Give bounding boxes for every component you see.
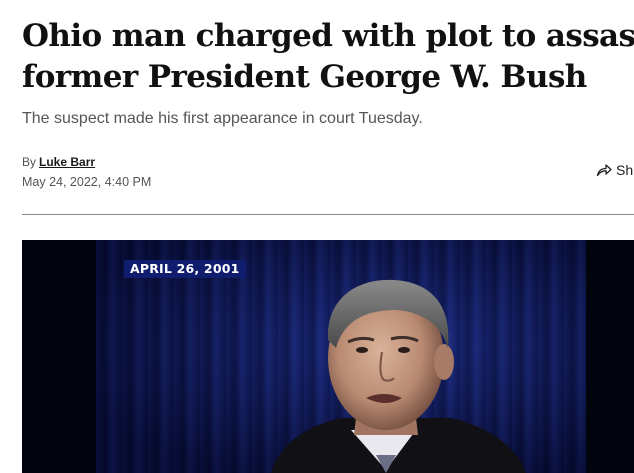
publish-date: May 24, 2022, 4:40 PM (22, 175, 152, 189)
share-label: Sh (616, 162, 634, 178)
article-subhead: The suspect made his first appearance in… (22, 110, 423, 127)
video-date-overlay: APRIL 26, 2001 (124, 260, 246, 278)
video-frame: APRIL 26, 2001 (96, 240, 586, 473)
share-button[interactable]: Sh (596, 162, 633, 178)
byline-prefix: By (22, 155, 37, 169)
share-arrow-icon (596, 164, 612, 177)
video-player[interactable]: APRIL 26, 2001 (22, 240, 634, 473)
header-divider (22, 214, 634, 215)
byline: By Luke Barr (22, 154, 95, 170)
headline-line-2: former President George W. Bush (22, 59, 587, 95)
headline-line-1: Ohio man charged with plot to assassinat… (22, 18, 634, 54)
article-page: Ohio man charged with plot to assassinat… (0, 0, 634, 473)
article-headline: Ohio man charged with plot to assassinat… (22, 16, 634, 98)
author-link[interactable]: Luke Barr (39, 155, 95, 169)
